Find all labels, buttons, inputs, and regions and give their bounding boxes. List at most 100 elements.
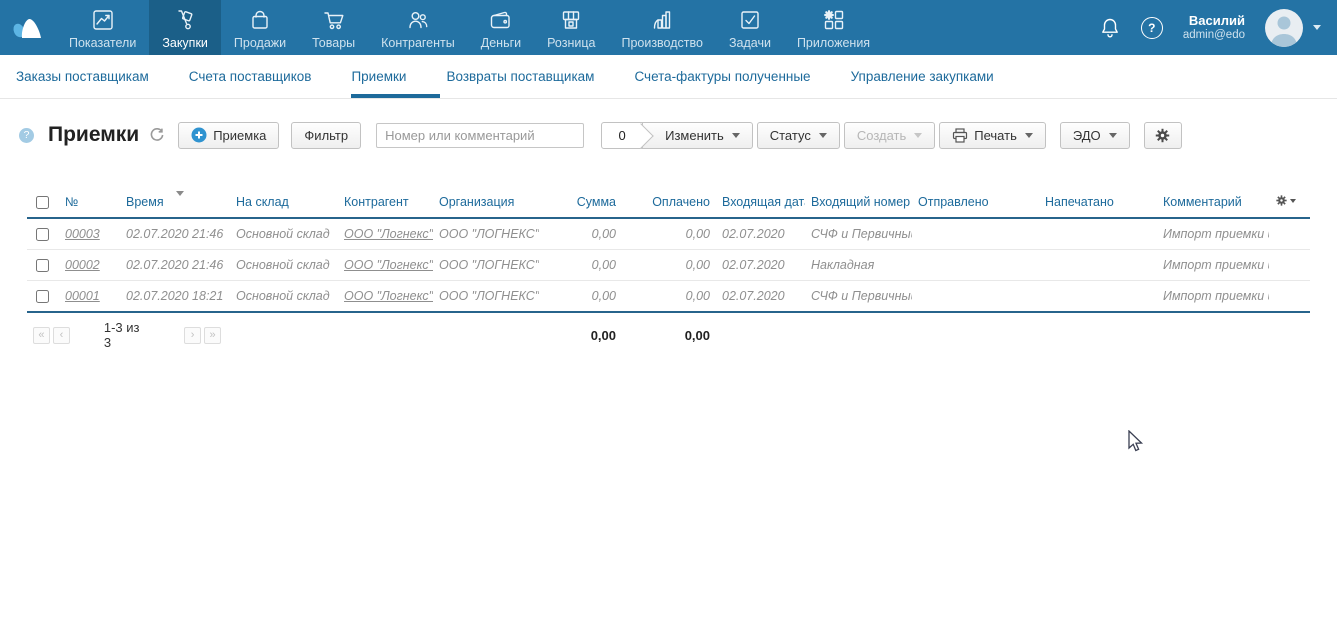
prev-page-button[interactable]: ‹ [53, 327, 70, 344]
topnav-item-zadachi[interactable]: Задачи [716, 0, 784, 55]
add-priemka-label: Приемка [213, 128, 266, 143]
counterparty-link[interactable]: ООО "Логнекс" [344, 258, 433, 272]
topnav-item-prilozheniya[interactable]: Приложения [784, 0, 883, 55]
column-header-warehouse[interactable]: На склад [230, 189, 338, 218]
cell-number: 00002 [59, 250, 120, 281]
cell-number: 00003 [59, 218, 120, 250]
gear-icon [1154, 127, 1171, 144]
column-header-label: Время [126, 195, 164, 209]
topnav-label: Показатели [69, 36, 136, 50]
column-header-counterparty[interactable]: Контрагент [338, 189, 433, 218]
topnav-item-zakupki[interactable]: Закупки [149, 0, 221, 55]
column-header-paid[interactable]: Оплачено [622, 189, 716, 218]
topbar: Показатели Закупки Продажи Товары Контра… [0, 0, 1337, 55]
counterparty-link[interactable]: ООО "Логнекс" [344, 227, 433, 241]
subnav-item-zakazy-postavshchikam[interactable]: Заказы поставщикам [16, 55, 149, 98]
refresh-icon[interactable] [149, 127, 165, 143]
toolbar: ? Приемки Приемка Фильтр 0 Изменить Стат… [19, 121, 1337, 149]
cell-sum: 0,00 [539, 281, 622, 313]
topnav-item-proizvodstvo[interactable]: Производство [608, 0, 716, 55]
help-icon[interactable]: ? [1141, 17, 1163, 39]
topnav-label: Розница [547, 36, 595, 50]
row-checkbox[interactable] [36, 259, 49, 272]
topnav-label: Контрагенты [381, 36, 455, 50]
topnav-label: Деньги [481, 36, 521, 50]
column-header-sent[interactable]: Отправлено [912, 189, 1039, 218]
subnav-item-priemki[interactable]: Приемки [351, 55, 406, 98]
topbar-right: ? Василий admin@edo [1099, 0, 1337, 55]
column-header-incoming-date[interactable]: Входящая дата [716, 189, 805, 218]
document-link[interactable]: 00001 [65, 289, 100, 303]
cell-paid: 0,00 [622, 250, 716, 281]
document-link[interactable]: 00003 [65, 227, 100, 241]
bell-icon[interactable] [1099, 16, 1121, 40]
topnav-item-dengi[interactable]: Деньги [468, 0, 534, 55]
cell-sent [912, 281, 1039, 313]
subnav-item-vozvraty-postavshchikam[interactable]: Возвраты поставщикам [446, 55, 594, 98]
edit-dropdown-button[interactable]: Изменить [642, 122, 753, 149]
purchases-subnav: Заказы поставщикам Счета поставщиков При… [0, 55, 1337, 99]
row-checkbox[interactable] [36, 228, 49, 241]
topnav-item-kontragenty[interactable]: Контрагенты [368, 0, 468, 55]
status-label: Статус [770, 128, 811, 143]
counterparty-link[interactable]: ООО "Логнекс" [344, 289, 433, 303]
select-all-checkbox[interactable] [36, 196, 49, 209]
cell-warehouse: Основной склад [230, 250, 338, 281]
priemki-table: № Время На склад Контрагент Организация … [27, 189, 1310, 357]
column-header-organization[interactable]: Организация [433, 189, 539, 218]
topnav-item-pokazateli[interactable]: Показатели [56, 0, 149, 55]
chevron-down-icon [914, 133, 922, 138]
cell-sum: 0,00 [539, 250, 622, 281]
page-help-icon[interactable]: ? [19, 128, 34, 143]
add-priemka-button[interactable]: Приемка [178, 122, 279, 149]
list-settings-button[interactable] [1144, 122, 1182, 149]
apps-grid-icon [822, 6, 846, 32]
first-page-button[interactable]: « [33, 327, 50, 344]
chevron-down-icon[interactable] [1313, 25, 1321, 30]
filter-label: Фильтр [304, 128, 348, 143]
subnav-item-upravlenie-zakupkami[interactable]: Управление закупками [851, 55, 994, 98]
create-dropdown-button[interactable]: Создать [844, 122, 935, 149]
last-page-button[interactable]: » [204, 327, 221, 344]
printer-icon [952, 128, 968, 143]
table-row: 00002 02.07.2020 21:46 Основной склад ОО… [27, 250, 1310, 281]
status-dropdown-button[interactable]: Статус [757, 122, 840, 149]
next-page-button[interactable]: › [184, 327, 201, 344]
app-logo-icon[interactable] [0, 0, 56, 55]
subnav-item-scheta-postavshchikov[interactable]: Счета поставщиков [189, 55, 312, 98]
cell-sum: 0,00 [539, 218, 622, 250]
user-name: Василий [1183, 13, 1245, 28]
edit-label: Изменить [665, 128, 724, 143]
column-header-sum[interactable]: Сумма [539, 189, 622, 218]
column-header-number[interactable]: № [59, 189, 120, 218]
cell-printed [1039, 250, 1157, 281]
row-checkbox[interactable] [36, 290, 49, 303]
chevron-down-icon [819, 133, 827, 138]
topnav-label: Приложения [797, 36, 870, 50]
column-header-time[interactable]: Время [120, 189, 230, 218]
subnav-item-scheta-faktury[interactable]: Счета-фактуры полученные [634, 55, 810, 98]
cell-paid: 0,00 [622, 218, 716, 250]
filter-button[interactable]: Фильтр [291, 122, 361, 149]
column-header-incoming-number[interactable]: Входящий номер [805, 189, 912, 218]
user-menu[interactable]: Василий admin@edo [1183, 13, 1245, 42]
avatar[interactable] [1265, 9, 1303, 47]
column-header-printed[interactable]: Напечатано [1039, 189, 1157, 218]
document-link[interactable]: 00002 [65, 258, 100, 272]
selected-counter: 0 [601, 122, 643, 149]
topnav-item-tovary[interactable]: Товары [299, 0, 368, 55]
search-input[interactable] [376, 123, 584, 148]
table-header-row: № Время На склад Контрагент Организация … [27, 189, 1310, 218]
column-settings-button[interactable] [1275, 194, 1296, 207]
print-dropdown-button[interactable]: Печать [939, 122, 1046, 149]
topnav-label: Производство [621, 36, 703, 50]
handtruck-icon [173, 6, 197, 32]
user-email: admin@edo [1183, 28, 1245, 42]
topnav-label: Закупки [162, 36, 208, 50]
edo-dropdown-button[interactable]: ЭДО [1060, 122, 1130, 149]
cell-counterparty: ООО "Логнекс" [338, 250, 433, 281]
column-header-comment[interactable]: Комментарий [1157, 189, 1269, 218]
cell-comment: Импорт приемки из [1157, 218, 1269, 250]
topnav-item-roznitsa[interactable]: Розница [534, 0, 608, 55]
topnav-item-prodazhi[interactable]: Продажи [221, 0, 299, 55]
